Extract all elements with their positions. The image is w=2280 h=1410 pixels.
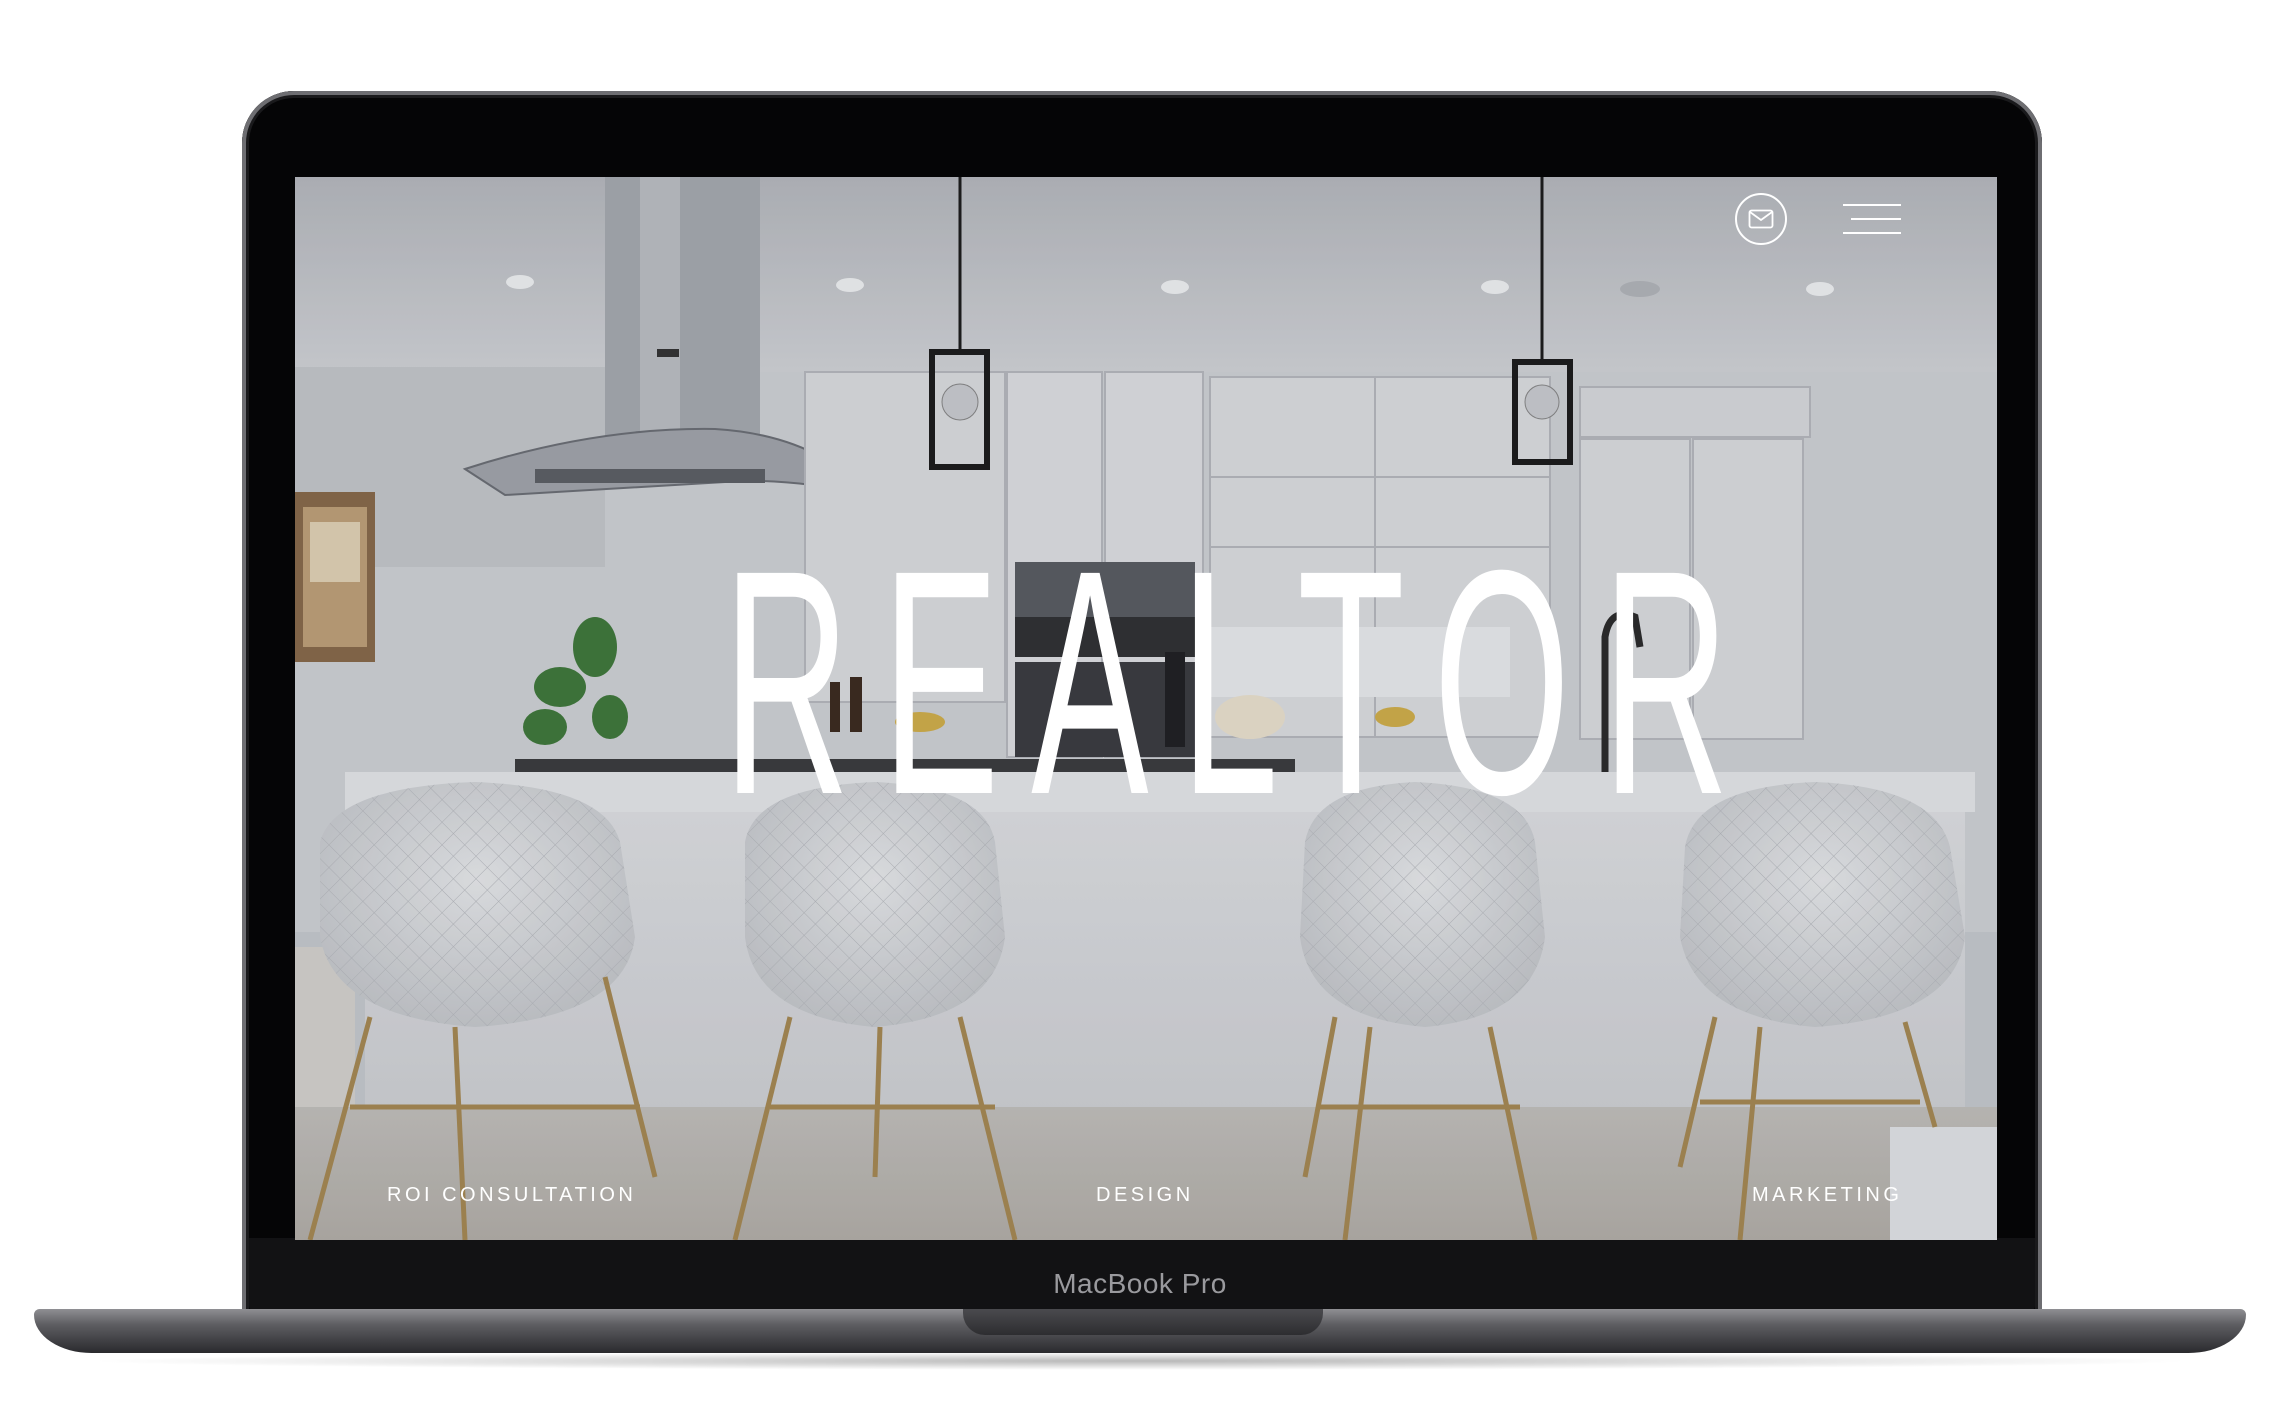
menu-line-bottom (1843, 232, 1901, 234)
mail-button[interactable] (1735, 193, 1787, 245)
envelope-icon (1748, 209, 1774, 229)
hero-title: REALTOR (722, 503, 1762, 861)
laptop-shadow (80, 1352, 2200, 1370)
device-brand-label: MacBook Pro (1053, 1268, 1227, 1299)
laptop-hinge-notch (963, 1309, 1323, 1335)
hamburger-menu-button[interactable] (1843, 202, 1901, 238)
menu-line-middle (1851, 218, 1901, 220)
website-screen: REALTOR ROI CONSULTATION DESIGN MARKETIN… (295, 177, 1997, 1240)
menu-line-top (1843, 204, 1901, 206)
nav-marketing[interactable]: MARKETING (1752, 1184, 1902, 1207)
nav-design[interactable]: DESIGN (1096, 1184, 1194, 1207)
nav-roi-consultation[interactable]: ROI CONSULTATION (387, 1184, 636, 1207)
